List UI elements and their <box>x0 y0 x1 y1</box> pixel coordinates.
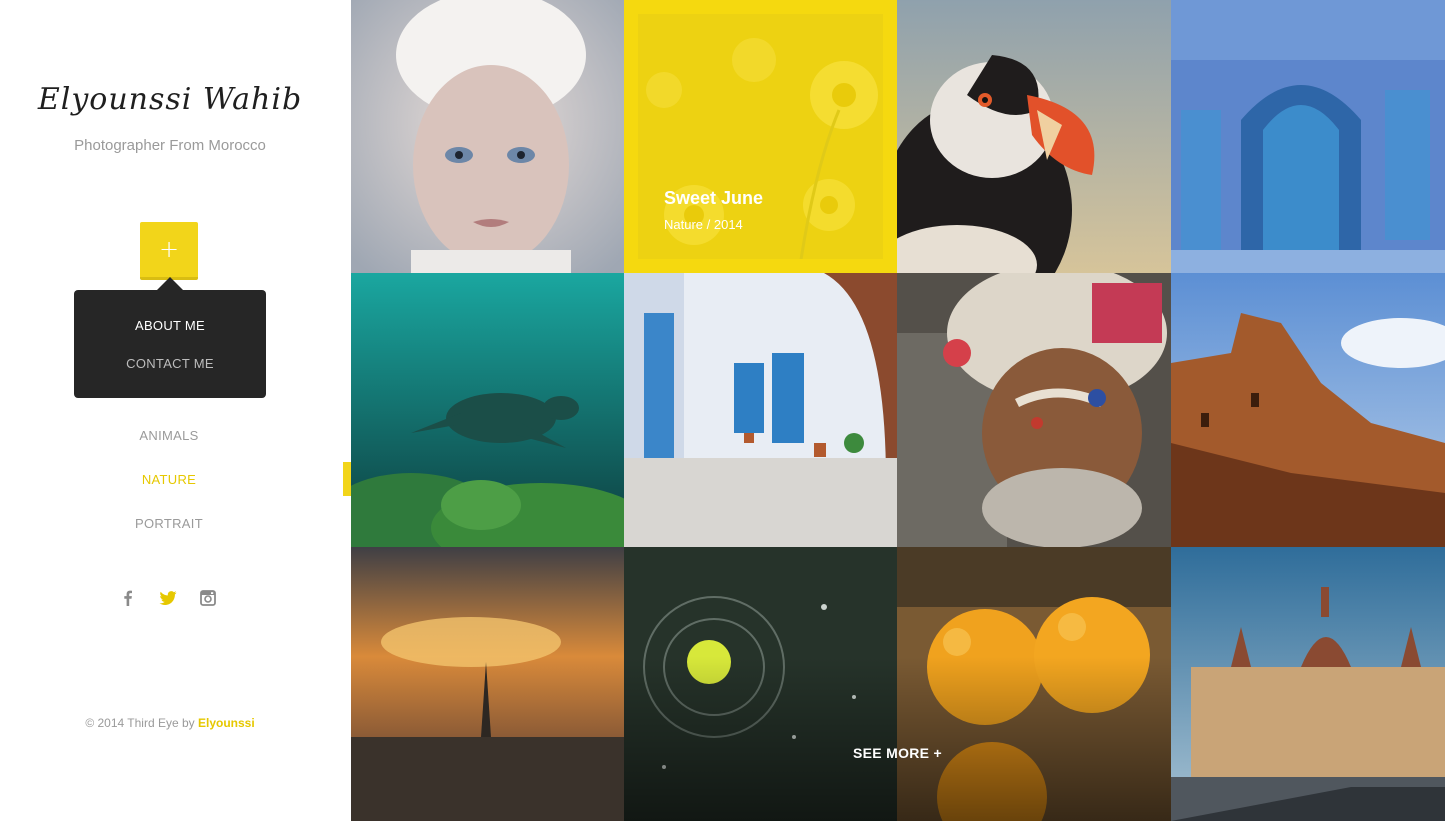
oranges-photo <box>897 547 1171 821</box>
gallery-tile-blue-alley[interactable] <box>624 273 897 547</box>
menu-popup: ABOUT ME CONTACT ME <box>74 290 266 398</box>
category-portrait[interactable]: PORTRAIT <box>0 516 338 531</box>
sidebar: Elyounssi Wahib Photographer From Morocc… <box>0 0 351 821</box>
tennis-ball-photo <box>624 547 897 821</box>
menu-item-contact-me[interactable]: CONTACT ME <box>74 356 266 371</box>
category-animals[interactable]: ANIMALS <box>0 428 338 443</box>
menu-popup-arrow <box>157 277 183 290</box>
gallery-tile-sweet-june[interactable]: Sweet June Nature / 2014 <box>624 0 897 273</box>
photo-gallery: Sweet June Nature / 2014 SEE MORE + <box>351 0 1445 821</box>
tile-title[interactable]: Sweet June <box>664 188 763 209</box>
gallery-tile-paris-sunset[interactable] <box>351 547 624 821</box>
tile-meta: Nature / 2014 <box>664 217 743 232</box>
sea-turtle-photo <box>351 273 624 547</box>
facebook-icon[interactable] <box>118 588 138 608</box>
active-category-indicator <box>343 462 351 496</box>
sadhu-portrait-photo <box>897 273 1171 547</box>
menu-toggle-button[interactable]: + <box>140 222 198 280</box>
gallery-tile-sea-turtle[interactable] <box>351 273 624 547</box>
blue-alley-photo <box>624 273 897 547</box>
twitter-icon[interactable] <box>158 588 178 608</box>
gallery-tile-sadhu[interactable] <box>897 273 1171 547</box>
gallery-tile-puffin[interactable] <box>897 0 1171 273</box>
gallery-tile-budapest[interactable] <box>1171 547 1445 821</box>
gallery-tile-tennis-ball[interactable] <box>624 547 897 821</box>
copyright: © 2014 Third Eye by Elyounssi <box>0 716 340 730</box>
gallery-tile-portrait-boy[interactable] <box>351 0 624 273</box>
instagram-icon[interactable] <box>198 588 218 608</box>
copyright-author-link[interactable]: Elyounssi <box>198 716 255 730</box>
menu-item-about-me[interactable]: ABOUT ME <box>74 318 266 333</box>
gallery-tile-kasbah[interactable] <box>1171 273 1445 547</box>
kasbah-photo <box>1171 273 1445 547</box>
copyright-text: © 2014 Third Eye by <box>85 716 198 730</box>
gallery-tile-blue-door[interactable] <box>1171 0 1445 273</box>
brand-tagline: Photographer From Morocco <box>74 137 266 154</box>
see-more-button[interactable]: SEE MORE + <box>624 745 1171 761</box>
category-nature[interactable]: NATURE <box>0 472 338 487</box>
gallery-tile-oranges[interactable] <box>897 547 1171 821</box>
blue-door-photo <box>1171 0 1445 273</box>
portrait-boy-photo <box>351 0 624 273</box>
tile-hover-overlay: Sweet June Nature / 2014 <box>624 0 897 273</box>
brand-name[interactable]: Elyounssi Wahib <box>0 82 340 117</box>
budapest-parliament-photo <box>1171 547 1445 821</box>
paris-sunset-photo <box>351 547 624 821</box>
puffin-photo <box>897 0 1171 273</box>
